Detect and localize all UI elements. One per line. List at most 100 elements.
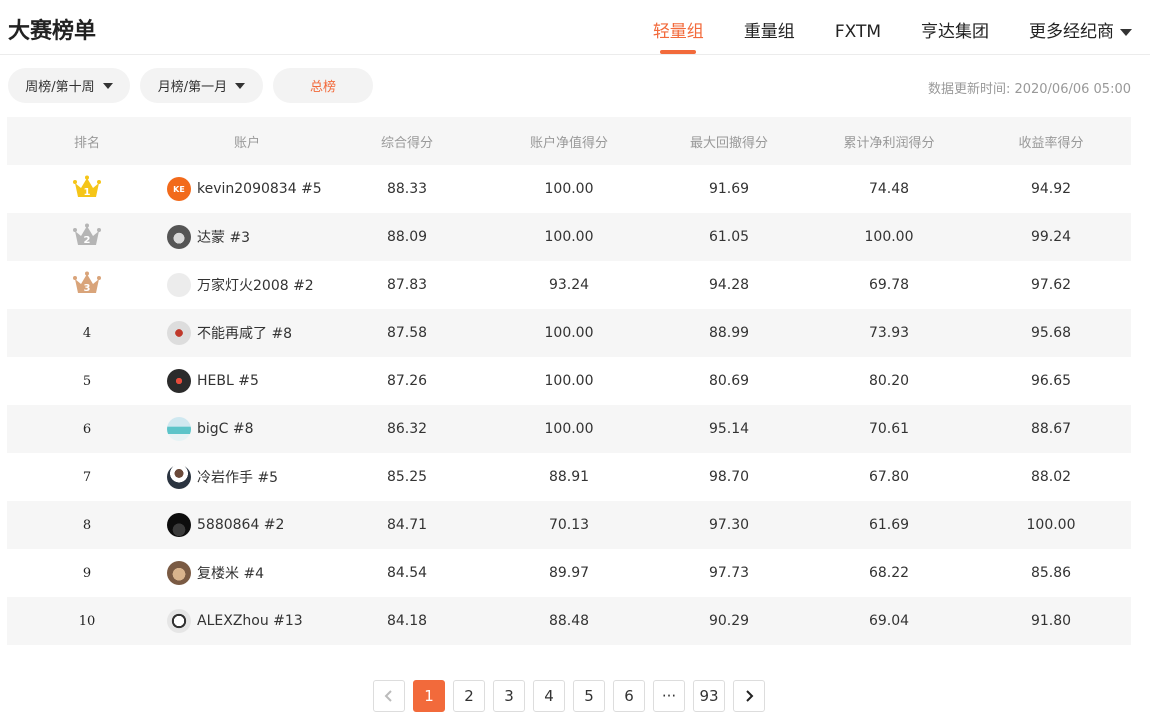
account-cell[interactable]: 不能再咸了 #8 (167, 321, 327, 345)
tab-hantec[interactable]: 亨达集团 (921, 20, 989, 54)
max-drawdown-score: 91.69 (708, 181, 750, 197)
page-button[interactable]: 2 (453, 680, 485, 712)
table-row[interactable]: 7 冷岩作手 #5 85.25 88.91 98.70 67.80 88.02 (7, 453, 1131, 501)
account-cell[interactable]: HEBL #5 (167, 369, 327, 393)
page-ellipsis[interactable]: ··· (653, 680, 685, 712)
tab-more-brokers[interactable]: 更多经纪商 (1029, 20, 1132, 54)
account-cell[interactable]: 万家灯火2008 #2 (167, 273, 327, 297)
account-name[interactable]: bigC #8 (197, 421, 254, 437)
tab-light-group[interactable]: 轻量组 (653, 20, 704, 54)
net-value-score: 100.00 (544, 421, 594, 437)
account-name[interactable]: 万家灯火2008 #2 (197, 275, 314, 295)
tab-fxtm[interactable]: FXTM (835, 20, 881, 54)
composite-score: 84.54 (386, 565, 428, 581)
avatar (167, 561, 191, 585)
account-name[interactable]: kevin2090834 #5 (197, 181, 322, 197)
net-value-score: 93.24 (548, 277, 590, 293)
avatar (167, 417, 191, 441)
avatar (167, 321, 191, 345)
rank-number: 8 (82, 518, 92, 533)
account-cell[interactable]: ALEXZhou #13 (167, 609, 327, 633)
composite-score: 85.25 (386, 469, 428, 485)
table-header: 排名 账户 综合得分 账户净值得分 最大回撤得分 累计净利润得分 收益率得分 (7, 117, 1131, 165)
tab-heavy-group[interactable]: 重量组 (744, 20, 795, 54)
table-row[interactable]: 8 5880864 #2 84.71 70.13 97.30 61.69 100.00 (7, 501, 1131, 549)
account-name[interactable]: 冷岩作手 #5 (197, 467, 278, 487)
column-header: 综合得分 (380, 135, 433, 151)
account-cell[interactable]: 复楼米 #4 (167, 561, 327, 585)
avatar (167, 513, 191, 537)
composite-score: 87.58 (386, 325, 428, 341)
account-name[interactable]: 复楼米 #4 (197, 563, 264, 583)
net-value-score: 100.00 (544, 325, 594, 341)
account-name[interactable]: 不能再咸了 #8 (197, 323, 292, 343)
column-header: 最大回撤得分 (689, 135, 768, 151)
net-profit-score: 100.00 (864, 229, 914, 245)
page-button[interactable]: 6 (613, 680, 645, 712)
avatar: KE (167, 177, 191, 201)
table-row[interactable]: 5 HEBL #5 87.26 100.00 80.69 80.20 96.65 (7, 357, 1131, 405)
composite-score: 87.83 (386, 277, 428, 293)
table-row[interactable]: 2 达蒙 #3 88.09 100.00 61.05 100.00 99.24 (7, 213, 1131, 261)
account-cell[interactable]: 5880864 #2 (167, 513, 327, 537)
rank-cell: 5 (7, 373, 167, 389)
max-drawdown-score: 80.69 (708, 373, 750, 389)
account-name[interactable]: ALEXZhou #13 (197, 613, 303, 629)
net-profit-score: 69.04 (868, 613, 910, 629)
page-button[interactable]: 1 (413, 680, 445, 712)
prev-page-button[interactable] (373, 680, 405, 712)
rank-number: 1 (84, 187, 91, 198)
weekly-ranking-dropdown[interactable]: 周榜/第十周 (8, 68, 130, 103)
table-row[interactable]: 10 ALEXZhou #13 84.18 88.48 90.29 69.04 91.80 (7, 597, 1131, 645)
monthly-ranking-dropdown[interactable]: 月榜/第一月 (140, 68, 263, 103)
rank-cell: 2 (7, 223, 167, 251)
caret-down-icon (235, 82, 246, 89)
chevron-left-icon (384, 690, 392, 702)
rank-number: 7 (82, 470, 92, 485)
column-header: 排名 (73, 135, 100, 151)
return-rate-score: 85.86 (1030, 565, 1072, 581)
return-rate-score: 96.65 (1030, 373, 1072, 389)
account-name[interactable]: HEBL #5 (197, 373, 259, 389)
composite-score: 87.26 (386, 373, 428, 389)
net-value-score: 100.00 (544, 229, 594, 245)
account-cell[interactable]: 达蒙 #3 (167, 225, 327, 249)
net-profit-score: 61.69 (868, 517, 910, 533)
composite-score: 86.32 (386, 421, 428, 437)
overall-ranking-button[interactable]: 总榜 (273, 68, 373, 103)
next-page-button[interactable] (733, 680, 765, 712)
account-cell[interactable]: 冷岩作手 #5 (167, 465, 327, 489)
table-row[interactable]: 6 bigC #8 86.32 100.00 95.14 70.61 88.67 (7, 405, 1131, 453)
page-button[interactable]: 5 (573, 680, 605, 712)
pagination: 1 2 3 4 5 6 ··· 93 (373, 680, 765, 712)
composite-score: 84.71 (386, 517, 428, 533)
max-drawdown-score: 97.30 (708, 517, 750, 533)
chevron-right-icon (746, 690, 754, 702)
page-button[interactable]: 3 (493, 680, 525, 712)
net-value-score: 100.00 (544, 181, 594, 197)
composite-score: 88.33 (386, 181, 428, 197)
table-row[interactable]: 9 复楼米 #4 84.54 89.97 97.73 68.22 85.86 (7, 549, 1131, 597)
account-cell[interactable]: bigC #8 (167, 417, 327, 441)
net-value-score: 70.13 (548, 517, 590, 533)
rank-number: 6 (82, 422, 92, 437)
max-drawdown-score: 98.70 (708, 469, 750, 485)
crown-medal-icon: 2 (73, 223, 101, 246)
max-drawdown-score: 90.29 (708, 613, 750, 629)
account-name[interactable]: 5880864 #2 (197, 517, 284, 533)
avatar (167, 465, 191, 489)
account-cell[interactable]: KE kevin2090834 #5 (167, 177, 327, 201)
update-time: 数据更新时间: 2020/06/06 05:00 (927, 82, 1131, 97)
account-name[interactable]: 达蒙 #3 (197, 227, 250, 247)
avatar (167, 609, 191, 633)
page-button[interactable]: 4 (533, 680, 565, 712)
page-button[interactable]: 93 (693, 680, 725, 712)
return-rate-score: 94.92 (1030, 181, 1072, 197)
net-value-score: 88.91 (548, 469, 590, 485)
net-value-score: 100.00 (544, 373, 594, 389)
table-row[interactable]: 1 KE kevin2090834 #5 88.33 100.00 91.69 74.48 9… (7, 165, 1131, 213)
table-row[interactable]: 4 不能再咸了 #8 87.58 100.00 88.99 73.93 95.68 (7, 309, 1131, 357)
rank-number: 3 (84, 283, 91, 294)
rank-cell: 7 (7, 469, 167, 485)
table-row[interactable]: 3 万家灯火2008 #2 87.83 93.24 94.28 69.78 97.62 (7, 261, 1131, 309)
